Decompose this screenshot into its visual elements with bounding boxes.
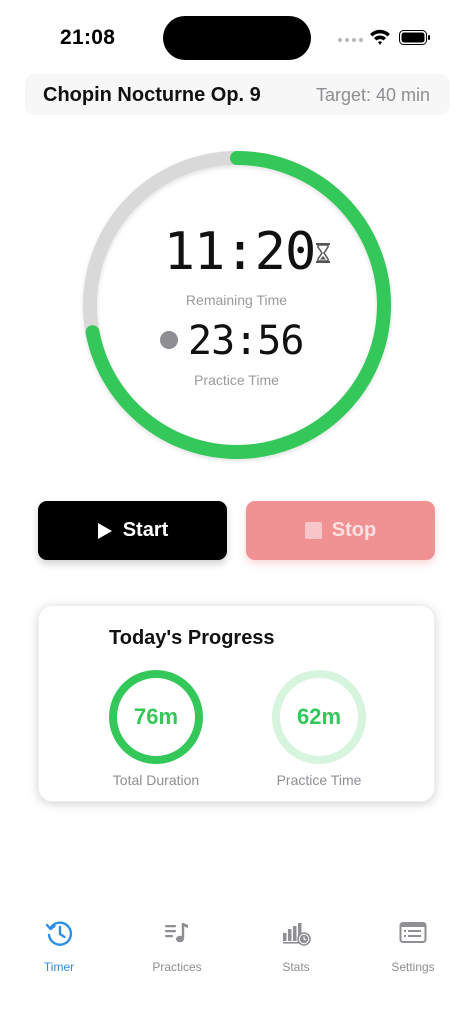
start-button[interactable]: Start	[38, 501, 227, 560]
clock-history-icon	[45, 921, 73, 946]
tab-settings-label: Settings	[391, 960, 435, 974]
total-duration-label: Total Duration	[112, 772, 200, 788]
practice-time-stat-label: Practice Time	[276, 772, 362, 788]
remaining-time-value: 11:20	[163, 222, 317, 282]
tab-practices-label: Practices	[152, 960, 202, 974]
practice-time-stat-value: 62m	[296, 704, 342, 729]
status-time: 21:08	[60, 26, 116, 49]
tab-timer[interactable]: Timer	[9, 918, 109, 974]
todays-progress-card: Today's Progress 76m Total Duration 62m …	[38, 605, 435, 802]
tab-bar: Timer Practices Stats Settings	[0, 918, 473, 988]
practice-status-dot	[160, 331, 178, 349]
practice-time-stat: 62m Practice Time	[244, 668, 394, 788]
music-list-icon	[165, 923, 188, 943]
status-bar: 21:08	[0, 0, 473, 70]
start-button-label: Start	[122, 519, 169, 541]
settings-panel-icon	[399, 922, 427, 943]
progress-title: Today's Progress	[109, 627, 275, 649]
wifi-icon	[370, 29, 390, 45]
tab-stats-label: Stats	[282, 960, 310, 974]
play-icon	[97, 522, 112, 539]
hourglass-icon	[316, 243, 330, 263]
total-duration-value: 76m	[133, 704, 179, 729]
tab-stats[interactable]: Stats	[246, 918, 346, 974]
tab-settings[interactable]: Settings	[363, 918, 463, 974]
cellular-signal-icon	[338, 38, 363, 42]
dynamic-island	[163, 16, 311, 60]
stop-icon	[304, 522, 322, 539]
piece-title: Chopin Nocturne Op. 9	[43, 84, 261, 106]
practice-time-label: Practice Time	[194, 372, 279, 388]
battery-icon	[399, 30, 430, 45]
target-duration: Target: 40 min	[315, 85, 430, 105]
tab-practices[interactable]: Practices	[127, 918, 227, 974]
practice-time-value: 23:56	[188, 318, 304, 364]
piece-header: Chopin Nocturne Op. 9 Target: 40 min	[25, 74, 450, 115]
stop-button[interactable]: Stop	[246, 501, 435, 560]
tab-timer-label: Timer	[43, 960, 75, 974]
chart-clock-icon	[283, 923, 311, 946]
total-duration-stat: 76m Total Duration	[81, 668, 231, 788]
stop-button-label: Stop	[331, 519, 377, 541]
remaining-time-label: Remaining Time	[185, 292, 288, 308]
